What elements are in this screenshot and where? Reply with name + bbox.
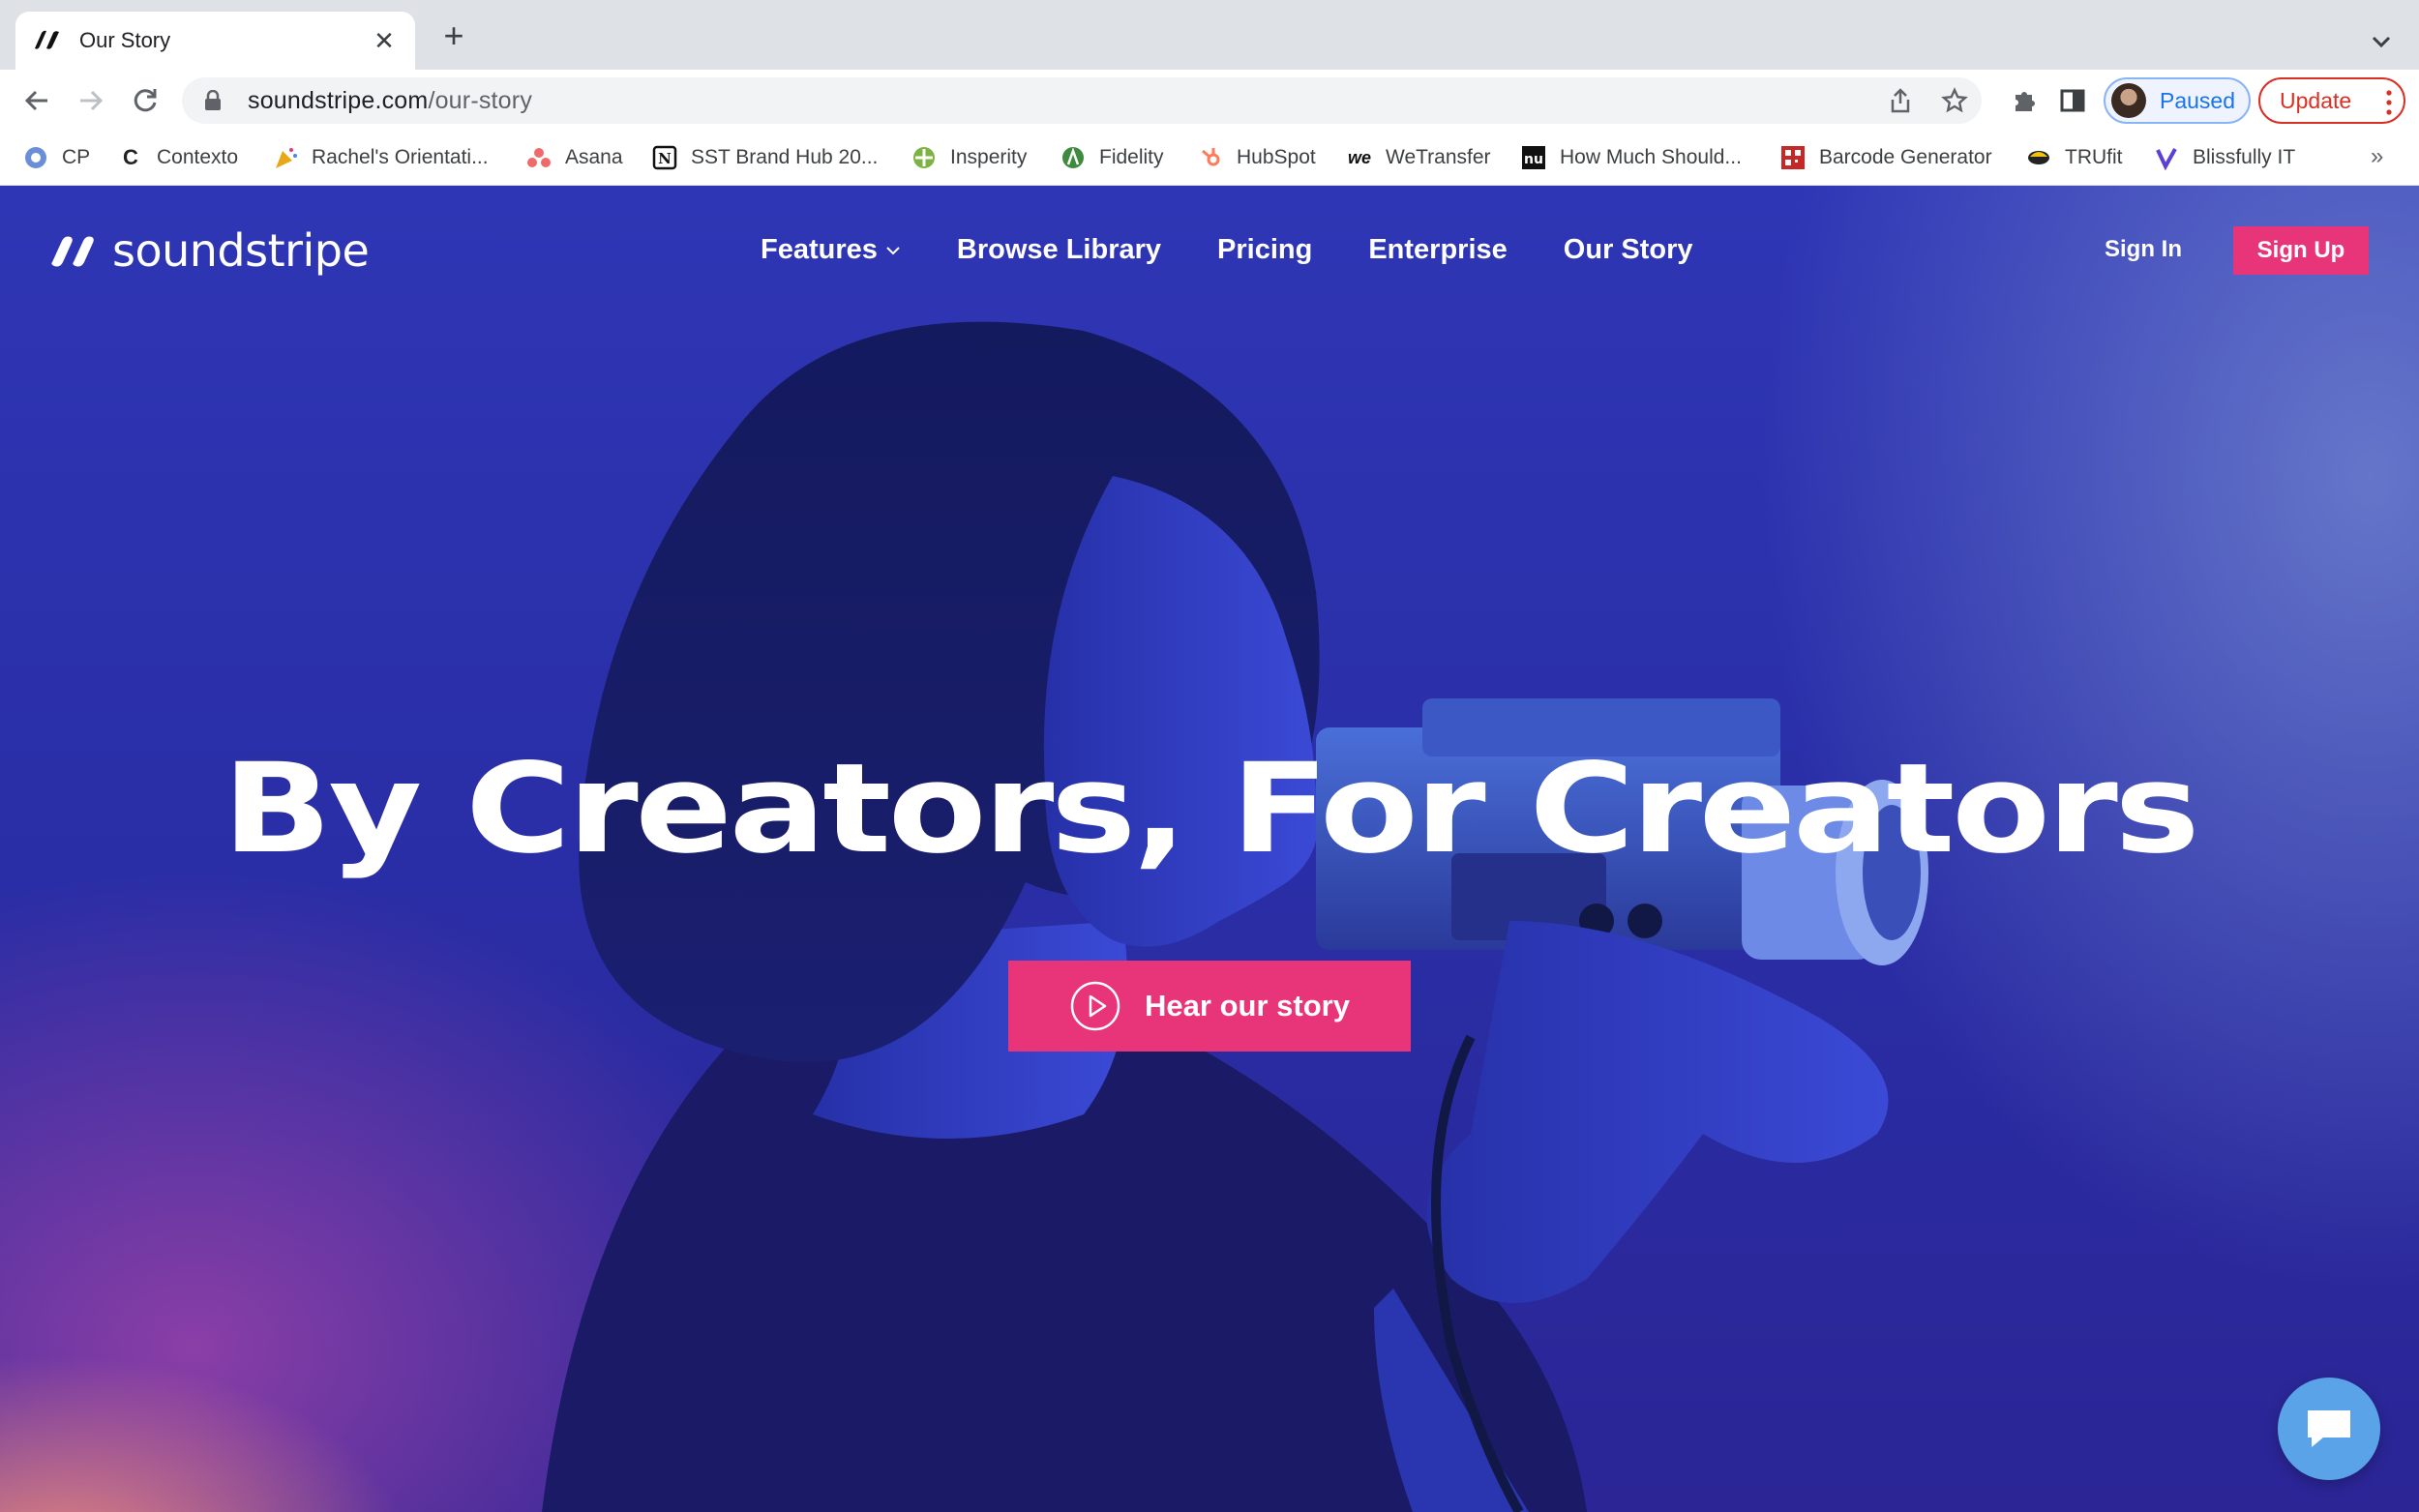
hero-headline: By Creators, For Creators [222, 737, 2200, 881]
share-button[interactable] [1873, 77, 1927, 124]
hubspot-icon [1198, 145, 1223, 170]
nav-browse-library[interactable]: Browse Library [957, 234, 1161, 266]
gear-flower-icon [23, 145, 48, 170]
address-bar[interactable]: soundstripe.com/our-story [182, 77, 1982, 124]
profile-button[interactable]: Paused [2104, 77, 2251, 124]
soundstripe-logo[interactable]: soundstripe [50, 224, 370, 277]
back-arrow-icon [24, 90, 47, 111]
bookmarks-bar: CP C Contexto Rachel's Orientati... Asan… [0, 132, 2419, 186]
update-button[interactable]: Update [2258, 77, 2405, 124]
share-icon [1891, 88, 1910, 113]
hero-section: soundstripe Features Browse Library Pric… [0, 186, 2419, 1512]
bookmark-label: CP [62, 146, 91, 168]
bookmark-blissfully-it[interactable]: Blissfully IT [2154, 141, 2295, 174]
forward-button[interactable] [74, 83, 108, 118]
side-panel-icon [2060, 89, 2085, 112]
chat-widget-button[interactable] [2278, 1378, 2380, 1480]
tab-close-icon[interactable]: ✕ [371, 26, 398, 56]
bookmark-label: Insperity [950, 146, 1028, 168]
barcode-icon [1780, 145, 1806, 170]
party-icon [273, 145, 298, 170]
nav-features[interactable]: Features [761, 234, 901, 266]
soundstripe-logo-mark-icon [51, 236, 94, 267]
bookmark-label: Asana [565, 146, 623, 168]
chat-bubble-icon [2308, 1410, 2350, 1447]
nav-enterprise[interactable]: Enterprise [1368, 234, 1507, 266]
back-button[interactable] [19, 83, 54, 118]
bookmark-label: HubSpot [1237, 146, 1316, 168]
reload-button[interactable] [128, 83, 163, 118]
url-text[interactable]: soundstripe.com/our-story [248, 87, 532, 115]
browser-tab-active[interactable]: Our Story ✕ [15, 12, 415, 70]
bookmark-trufit[interactable]: TRUfit [2026, 141, 2123, 174]
forward-arrow-icon [80, 90, 104, 111]
bookmark-label: SST Brand Hub 20... [691, 146, 879, 168]
bookmark-cp[interactable]: CP [23, 141, 90, 174]
bookmark-label: Contexto [157, 146, 239, 168]
c-letter-icon: C [123, 145, 138, 169]
bookmark-contexto[interactable]: C Contexto [118, 141, 238, 174]
side-panel-button[interactable] [2055, 83, 2090, 118]
soundstripe-favicon-icon [35, 30, 59, 49]
bookmark-label: Blissfully IT [2193, 146, 2296, 168]
bookmark-hubspot[interactable]: HubSpot [1198, 141, 1316, 174]
url-path: /our-story [428, 86, 533, 114]
hear-our-story-button[interactable]: Hear our story [1008, 961, 1411, 1052]
extensions-button[interactable] [2007, 83, 2042, 118]
browser-toolbar: soundstripe.com/our-story Paused Update [0, 70, 2419, 132]
browser-tab-strip: Our Story ✕ + [0, 0, 2419, 70]
insperity-icon [911, 145, 937, 170]
profile-avatar [2111, 83, 2146, 118]
play-circle-icon [1070, 981, 1120, 1031]
chevron-down-icon [886, 246, 900, 254]
sign-in-link[interactable]: Sign In [2105, 236, 2182, 263]
primary-nav: Features Browse Library Pricing Enterpri… [761, 234, 1749, 266]
bookmark-label: Barcode Generator [1819, 146, 1992, 168]
profile-status-label: Paused [2160, 87, 2236, 113]
reload-icon [134, 89, 157, 112]
url-host: soundstripe.com [248, 86, 429, 114]
update-label: Update [2280, 87, 2352, 113]
trufit-icon [2026, 145, 2051, 170]
bookmark-star-button[interactable] [1927, 77, 1982, 124]
bookmark-insperity[interactable]: Insperity [911, 141, 1027, 174]
svg-text:N: N [658, 150, 672, 167]
bookmark-label: Rachel's Orientati... [312, 146, 489, 168]
puzzle-piece-icon [2016, 92, 2035, 111]
fidelity-icon [1060, 145, 1086, 170]
nu-icon: nu [1521, 145, 1546, 170]
nav-features-label: Features [761, 234, 878, 265]
lock-icon[interactable] [203, 90, 223, 111]
sign-up-button[interactable]: Sign Up [2233, 226, 2369, 275]
tab-title: Our Story [79, 28, 171, 52]
bookmark-fidelity[interactable]: Fidelity [1060, 141, 1164, 174]
bookmark-label: TRUfit [2065, 146, 2123, 168]
nav-pricing[interactable]: Pricing [1217, 234, 1312, 266]
bookmark-asana[interactable]: Asana [526, 141, 623, 174]
bookmark-sst-brand-hub[interactable]: N SST Brand Hub 20... [652, 141, 878, 174]
bookmark-label: How Much Should... [1560, 146, 1742, 168]
bookmark-label: WeTransfer [1386, 146, 1491, 168]
notion-icon: N [652, 145, 677, 170]
star-icon [1941, 87, 1968, 113]
blissfully-icon [2154, 145, 2179, 170]
bookmark-rachels-orientation[interactable]: Rachel's Orientati... [273, 141, 489, 174]
nav-our-story[interactable]: Our Story [1564, 234, 1693, 266]
asana-icon [526, 145, 552, 170]
bookmarks-overflow-button[interactable]: » [2371, 143, 2383, 170]
logo-text: soundstripe [112, 224, 370, 277]
wetransfer-icon: we [1347, 147, 1371, 167]
bookmark-barcode-generator[interactable]: Barcode Generator [1780, 141, 1992, 174]
bookmark-wetransfer[interactable]: we WeTransfer [1347, 141, 1491, 174]
new-tab-button[interactable]: + [437, 18, 470, 53]
bookmark-how-much-should[interactable]: nu How Much Should... [1521, 141, 1742, 174]
site-header: soundstripe Features Browse Library Pric… [0, 186, 2419, 311]
cta-label: Hear our story [1145, 989, 1350, 1023]
tab-search-chevron-icon[interactable] [2367, 27, 2396, 56]
bookmark-label: Fidelity [1099, 146, 1164, 168]
svg-text:nu: nu [1524, 152, 1543, 167]
kebab-menu-icon[interactable] [2386, 89, 2392, 116]
